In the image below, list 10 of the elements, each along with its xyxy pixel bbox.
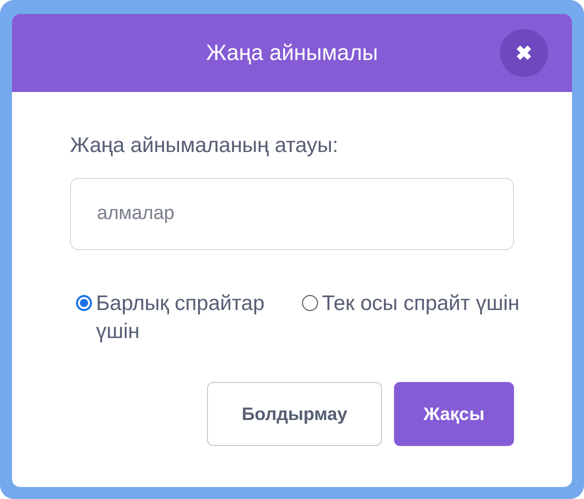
radio-button[interactable] [302,295,318,311]
name-input-field[interactable]: алмалар [70,178,514,250]
close-button[interactable]: ✖ [500,29,548,77]
cancel-button[interactable]: Болдырмау [207,382,382,446]
dialog-title: Жаңа айнымалы [206,40,378,66]
radio-button[interactable] [76,295,92,311]
radio-label[interactable]: Тек осы спрайт үшін [322,290,522,318]
field-label: Жаңа айнымаланың атауы: [70,134,340,158]
ok-button[interactable]: Жақсы [394,382,514,446]
radio-label[interactable]: Барлық спрайтар үшін [96,290,296,346]
